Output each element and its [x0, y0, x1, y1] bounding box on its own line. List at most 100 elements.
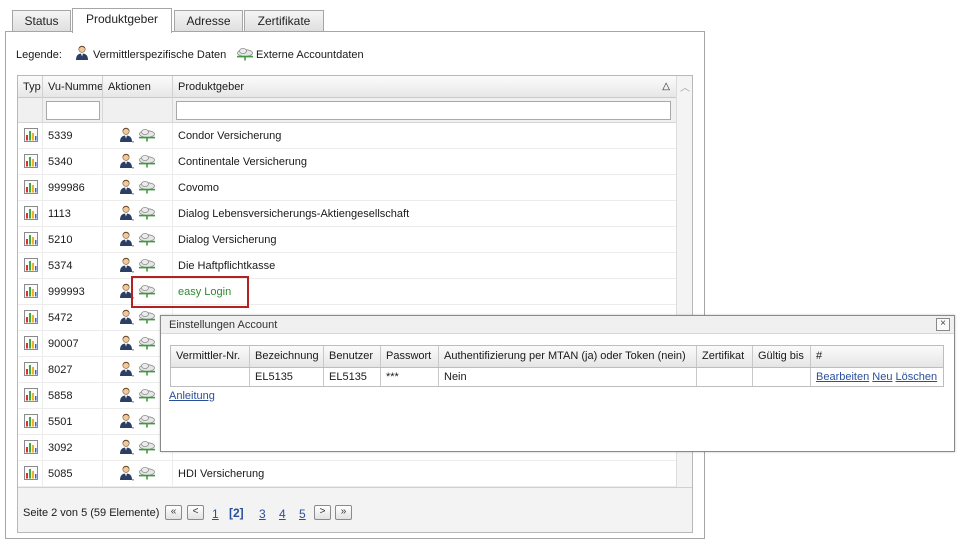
- cell-typ: [18, 279, 43, 305]
- agent-icon: [76, 45, 88, 60]
- cell-gueltig-bis: [753, 368, 811, 386]
- dialog-title: Einstellungen Account: [161, 316, 954, 334]
- delete-link[interactable]: Löschen: [896, 371, 938, 383]
- table-row[interactable]: 1113 Dialog Lebensversicherungs-Aktienges…: [18, 201, 676, 227]
- external-account-icon[interactable]: [134, 259, 156, 272]
- agent-data-icon[interactable]: [118, 465, 134, 481]
- external-account-icon[interactable]: [134, 311, 156, 324]
- cell-vermittler-nr: [171, 368, 250, 386]
- external-account-icon[interactable]: [134, 207, 156, 220]
- dialog-title-text: Einstellungen Account: [169, 319, 278, 331]
- cell-passwort: ***: [381, 368, 439, 386]
- cell-vu-nummer: 5501: [43, 409, 103, 435]
- agent-data-icon[interactable]: [118, 179, 134, 195]
- table-row[interactable]: 5374 Die Haftpflichtkasse: [18, 253, 676, 279]
- table-row[interactable]: 5339 Condor Versicherung: [18, 123, 676, 149]
- external-account-icon[interactable]: [134, 389, 156, 402]
- table-row[interactable]: 5210 Dialog Versicherung: [18, 227, 676, 253]
- cell-vu-nummer: 999993: [43, 279, 103, 305]
- cell-aktionen: [103, 123, 173, 149]
- agent-data-icon[interactable]: [118, 361, 134, 377]
- help-link[interactable]: Anleitung: [169, 390, 215, 402]
- table-row[interactable]: 999986 Covomo: [18, 175, 676, 201]
- external-account-icon[interactable]: [134, 467, 156, 480]
- cell-aktionen: [103, 227, 173, 253]
- table-row[interactable]: 5085 HDI Versicherung: [18, 461, 676, 487]
- dialog-close-button[interactable]: ×: [936, 318, 950, 331]
- external-account-icon[interactable]: [134, 363, 156, 376]
- tab-produktgeber[interactable]: Produktgeber: [72, 8, 172, 33]
- column-header-aktionen[interactable]: Aktionen: [103, 76, 173, 98]
- chart-icon: [24, 232, 38, 247]
- external-account-icon[interactable]: [134, 155, 156, 168]
- external-account-icon[interactable]: [134, 337, 156, 350]
- cell-zertifikat: [697, 368, 753, 386]
- cell-vu-nummer: 5374: [43, 253, 103, 279]
- last-page-button[interactable]: »: [335, 505, 352, 520]
- new-link[interactable]: Neu: [872, 371, 892, 383]
- account-settings-dialog: Einstellungen Account × Vermittler-Nr. B…: [160, 315, 955, 452]
- chart-icon: [24, 388, 38, 403]
- column-header-produktgeber[interactable]: Produktgeber △: [173, 76, 676, 98]
- table-row[interactable]: 5340 Continentale Versicherung: [18, 149, 676, 175]
- external-account-icon[interactable]: [134, 181, 156, 194]
- agent-data-icon[interactable]: [118, 153, 134, 169]
- tab-zertifikate[interactable]: Zertifikate: [244, 10, 324, 32]
- cell-typ: [18, 357, 43, 383]
- cell-produktgeber: HDI Versicherung: [178, 468, 265, 480]
- cell-bezeichnung: EL5135: [250, 368, 324, 386]
- agent-data-icon[interactable]: [118, 257, 134, 273]
- cell-vu-nummer: 90007: [43, 331, 103, 357]
- cell-vu-nummer: 5858: [43, 383, 103, 409]
- external-account-icon[interactable]: [134, 415, 156, 428]
- external-account-icon[interactable]: [134, 129, 156, 142]
- agent-data-icon[interactable]: [118, 309, 134, 325]
- external-account-icon[interactable]: [134, 441, 156, 454]
- cell-aktionen: [103, 175, 173, 201]
- prev-page-button[interactable]: <: [187, 505, 204, 520]
- next-page-button[interactable]: >: [314, 505, 331, 520]
- cell-vu-nummer: 3092: [43, 435, 103, 461]
- chart-icon: [24, 180, 38, 195]
- page-link-3[interactable]: 3: [259, 507, 266, 521]
- cell-vu-nummer: 5339: [43, 123, 103, 149]
- chart-icon: [24, 414, 38, 429]
- cell-typ: [18, 409, 43, 435]
- pager-info: Seite 2 von 5 (59 Elemente): [23, 507, 160, 519]
- column-header-vu-nummer[interactable]: Vu-Nummer: [43, 76, 103, 98]
- page-link-4[interactable]: 4: [279, 507, 286, 521]
- cell-vu-nummer: 5085: [43, 461, 103, 487]
- cell-typ: [18, 383, 43, 409]
- agent-data-icon[interactable]: [118, 413, 134, 429]
- account-row: EL5135 EL5135 *** Nein Bearbeiten Neu Lö…: [170, 368, 944, 387]
- agent-data-icon[interactable]: [118, 335, 134, 351]
- vu-nummer-filter-input[interactable]: [46, 101, 100, 120]
- agent-data-icon[interactable]: [118, 387, 134, 403]
- page-current-2: [2]: [229, 506, 244, 520]
- cell-typ: [18, 331, 43, 357]
- cell-aktionen: [103, 149, 173, 175]
- first-page-button[interactable]: «: [165, 505, 182, 520]
- tab-adresse[interactable]: Adresse: [174, 10, 243, 32]
- filter-cell-typ: [18, 98, 43, 123]
- tab-status[interactable]: Status: [12, 10, 71, 32]
- cell-benutzer: EL5135: [324, 368, 381, 386]
- agent-data-icon[interactable]: [118, 231, 134, 247]
- page-link-1[interactable]: 1: [212, 507, 219, 521]
- external-account-icon[interactable]: [134, 233, 156, 246]
- agent-data-icon[interactable]: [118, 439, 134, 455]
- scroll-up-icon[interactable]: ︿: [677, 83, 693, 95]
- chart-icon: [24, 362, 38, 377]
- produktgeber-filter-input[interactable]: [176, 101, 671, 120]
- table-row[interactable]: 999993 easy Login: [18, 279, 676, 305]
- cell-produktgeber: Dialog Versicherung: [178, 234, 277, 246]
- column-header-typ[interactable]: Typ: [18, 76, 43, 98]
- chart-icon: [24, 128, 38, 143]
- edit-link[interactable]: Bearbeiten: [816, 371, 869, 383]
- page-link-5[interactable]: 5: [299, 507, 306, 521]
- chart-icon: [24, 284, 38, 299]
- agent-data-icon[interactable]: [118, 205, 134, 221]
- cell-typ: [18, 201, 43, 227]
- filter-row: [18, 98, 676, 123]
- agent-data-icon[interactable]: [118, 127, 134, 143]
